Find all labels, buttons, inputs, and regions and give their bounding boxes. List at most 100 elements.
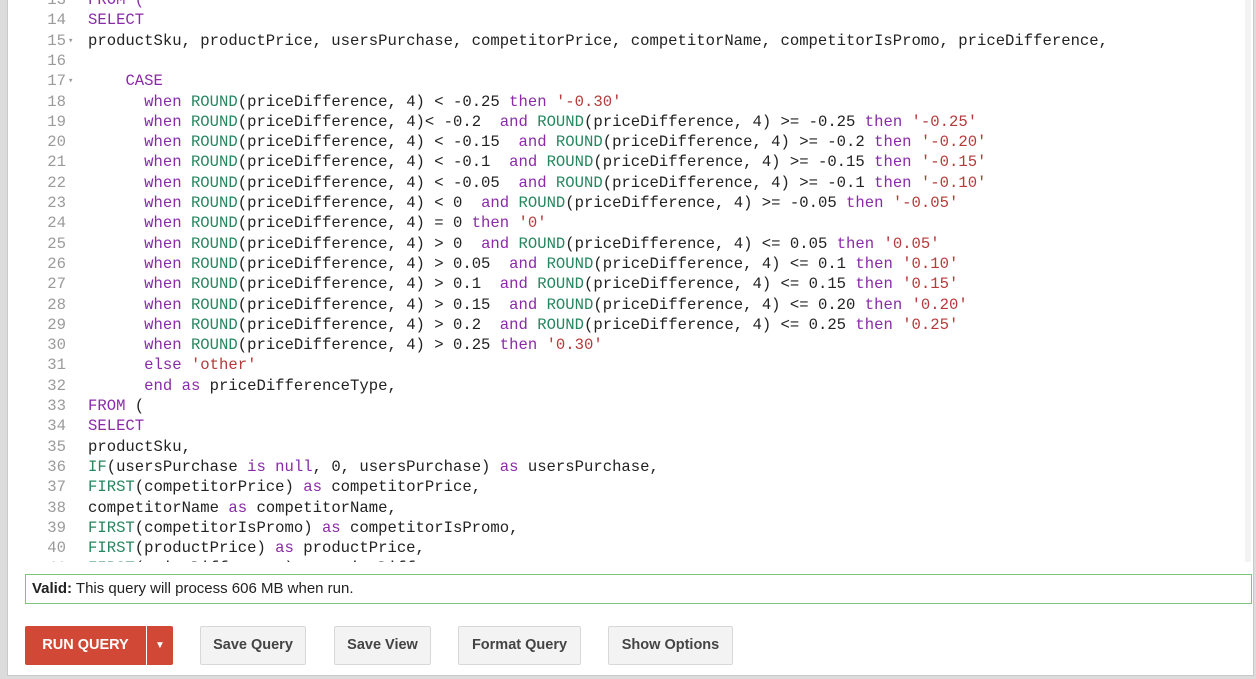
run-query-dropdown-button[interactable]: ▼ <box>147 626 173 665</box>
token-fn: ROUND <box>190 153 238 172</box>
token-kw: and <box>518 173 556 192</box>
token-kw: as <box>321 518 351 537</box>
fold-toggle-icon[interactable]: ▾ <box>68 31 73 51</box>
line-number: 41 <box>8 558 66 562</box>
token-text: (priceDifference, 4) > 0.25 <box>237 336 500 355</box>
code-line: 21 when ROUND(priceDifference, 4) < -0.1… <box>8 152 1251 172</box>
line-number: 31 <box>47 356 66 375</box>
token-kw: then <box>855 275 903 294</box>
token-kw: and <box>499 275 538 294</box>
token-kw: then <box>499 336 547 355</box>
format-query-button[interactable]: Format Query <box>458 626 581 665</box>
token-kw: when <box>144 214 191 233</box>
token-fn: ROUND <box>546 153 594 172</box>
code-text: IF(usersPurchase is null, 0, usersPurcha… <box>88 457 659 477</box>
code-line: 13 FROM ( <box>8 0 1251 10</box>
code-line: 35 productSku, <box>8 437 1251 457</box>
token-str: '0.05' <box>883 234 940 253</box>
token-kw: is null <box>247 457 313 476</box>
token-text: (priceDifference, 4) >= -0.05 <box>565 194 847 212</box>
token-fn: ROUND <box>190 295 238 314</box>
code-line: 17 ▾ CASE <box>8 71 1251 91</box>
token-kw: as <box>228 498 257 517</box>
token-text: usersPurchase, <box>527 457 659 476</box>
show-options-button[interactable]: Show Options <box>608 626 733 665</box>
code-text: when ROUND(priceDifference, 4) < -0.15 a… <box>88 132 986 152</box>
validation-label: Valid: <box>32 580 73 597</box>
token-fn: ROUND <box>190 254 238 273</box>
token-str: '0.15' <box>902 275 959 294</box>
token-text: (competitorPrice) <box>134 478 304 497</box>
code-text: end as priceDifferenceType, <box>88 376 397 396</box>
line-number: 23 <box>47 194 66 212</box>
token-str: '0.10' <box>902 254 959 273</box>
code-text: SELECT <box>88 416 144 436</box>
token-kw: when <box>144 194 191 212</box>
token-fn: ROUND <box>190 112 238 131</box>
code-text: FIRST(competitorIsPromo) as competitorIs… <box>88 518 518 538</box>
line-number: 19 <box>47 112 66 131</box>
code-text: else 'other' <box>88 355 256 375</box>
token-text: priceDifference, <box>331 559 481 562</box>
token-fn: ROUND <box>537 112 585 131</box>
token-fn: IF <box>88 457 107 476</box>
line-number: 32 <box>47 376 66 395</box>
code-editor[interactable]: 13 FROM (14 SELECT 15 ▾ productSku, productPr… <box>8 0 1251 562</box>
token-text: (priceDifference, 4) > 0.2 <box>237 315 500 334</box>
code-text: when ROUND(priceDifference, 4) < -0.05 a… <box>88 173 986 193</box>
code-line: 38 competitorName as competitorName, <box>8 498 1251 518</box>
code-line: 30 when ROUND(priceDifference, 4) > 0.25… <box>8 335 1251 355</box>
token-text: priceDifferenceType, <box>209 376 397 395</box>
token-str: '-0.25' <box>911 112 978 131</box>
token-fn: ROUND <box>546 295 594 314</box>
token-kw: then <box>864 295 912 314</box>
code-line: 37 FIRST(competitorPrice) as competitorPr… <box>8 477 1251 497</box>
token-kw: and <box>518 133 556 152</box>
line-number: 24 <box>47 214 66 233</box>
line-number: 33 <box>47 397 66 415</box>
editor-scrollbar[interactable] <box>1245 0 1251 562</box>
token-text: competitorIsPromo, <box>350 518 519 537</box>
token-text: (priceDifference, 4) < -0.15 <box>237 133 519 152</box>
token-fn: ROUND <box>190 194 238 212</box>
save-query-button[interactable]: Save Query <box>200 626 306 665</box>
token-text: (priceDifference, 4)< -0.2 <box>237 112 500 131</box>
token-fn: ROUND <box>546 254 594 273</box>
code-text: competitorName as competitorName, <box>88 498 397 518</box>
code-line: 34 SELECT <box>8 416 1251 436</box>
token-str: '0.20' <box>911 295 968 314</box>
token-str: '0.30' <box>546 336 603 355</box>
save-view-button[interactable]: Save View <box>334 626 431 665</box>
token-kw: and <box>481 234 519 253</box>
code-line: 28 when ROUND(priceDifference, 4) > 0.15… <box>8 295 1251 315</box>
code-line: 16 <box>8 51 1251 71</box>
code-text: when ROUND(priceDifference, 4)< -0.2 and… <box>88 112 977 132</box>
token-kw: and <box>509 153 547 172</box>
run-query-button[interactable]: RUN QUERY <box>25 626 146 665</box>
token-fn: FIRST <box>88 478 135 497</box>
code-text: when ROUND(priceDifference, 4) > 0.1 and… <box>88 274 958 294</box>
code-line: 15 ▾ productSku, productPrice, usersPurcha… <box>8 31 1251 51</box>
code-line: 25 when ROUND(priceDifference, 4) > 0 an… <box>8 234 1251 254</box>
code-line: 23 when ROUND(priceDifference, 4) < 0 an… <box>8 193 1251 213</box>
token-kw: when <box>144 254 191 273</box>
line-number: 21 <box>47 153 66 172</box>
token-fn: ROUND <box>190 133 238 152</box>
code-line: 24 when ROUND(priceDifference, 4) = 0 th… <box>8 213 1251 233</box>
line-number: 39 <box>47 518 66 537</box>
token-kw: and <box>509 254 547 273</box>
code-text: when ROUND(priceDifference, 4) > 0.2 and… <box>88 315 958 335</box>
code-text: when ROUND(priceDifference, 4) = 0 then … <box>88 213 546 233</box>
line-number: 37 <box>47 478 66 497</box>
fold-toggle-icon[interactable]: ▾ <box>68 71 73 91</box>
token-kw: then <box>846 194 893 212</box>
